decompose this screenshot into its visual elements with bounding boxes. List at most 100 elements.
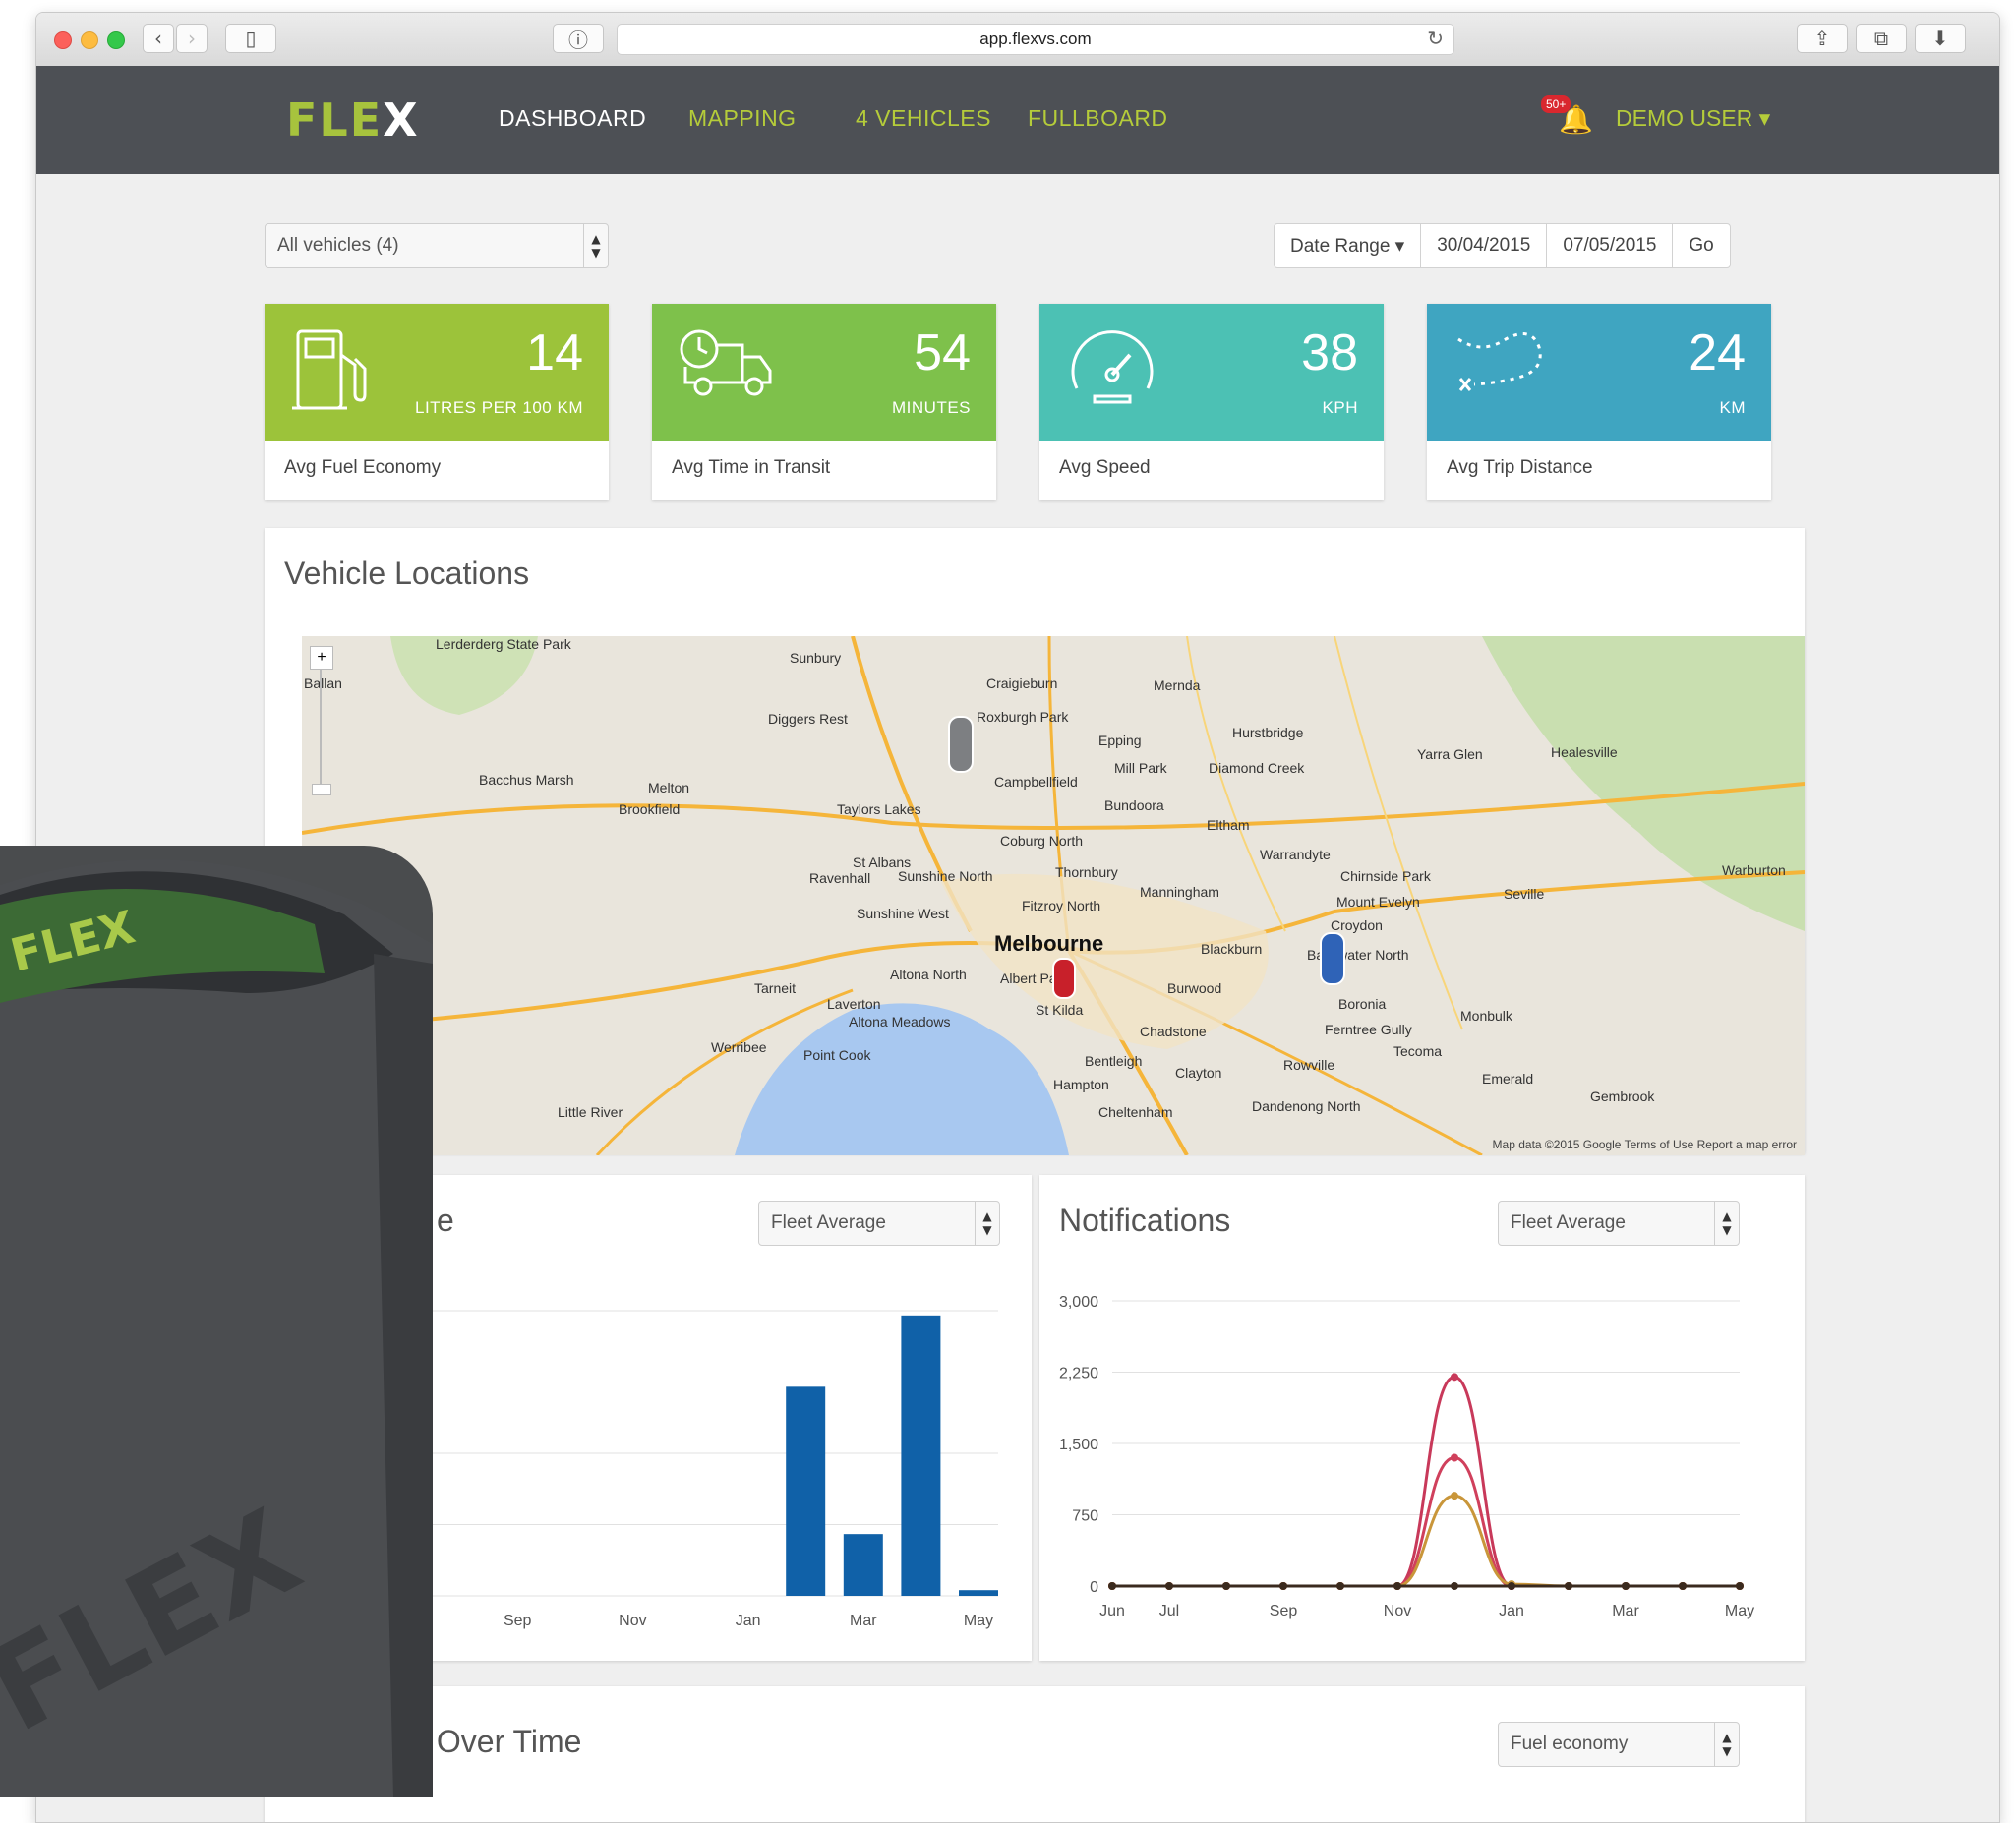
map-label: Diggers Rest <box>768 711 848 727</box>
date-from-input[interactable]: 30/04/2015 <box>1420 224 1546 267</box>
vehicle-select[interactable]: All vehicles (4) ▲ ▼ <box>265 223 609 268</box>
forward-button[interactable]: › <box>176 24 208 53</box>
series-point <box>1451 1582 1458 1590</box>
map-label: Chadstone <box>1140 1024 1207 1039</box>
stat-label: Avg Speed <box>1059 457 1151 478</box>
map-label: Brookfield <box>619 801 681 817</box>
map-label: Laverton <box>827 996 881 1012</box>
map-label: Point Cook <box>803 1047 871 1063</box>
select-arrows-icon: ▲ ▼ <box>583 224 608 267</box>
map-label: Mill Park <box>1114 760 1167 776</box>
map-label: Altona Meadows <box>849 1014 951 1029</box>
map-label: Melton <box>648 780 690 795</box>
app-navbar: FLEX DASHBOARD MAPPING 4 VEHICLES FULLBO… <box>36 66 1999 174</box>
downloads-button[interactable]: ⬇ <box>1915 24 1966 53</box>
map-label: Little River <box>558 1104 623 1120</box>
map-label: Monbulk <box>1460 1008 1512 1024</box>
map-label: Boronia <box>1338 996 1387 1012</box>
map-label: Yarra Glen <box>1417 746 1483 762</box>
map-label: Sunbury <box>790 650 842 666</box>
vehicle-marker-red-icon[interactable] <box>1051 957 1077 1000</box>
stat-value: 14 <box>526 324 583 382</box>
nav-vehicles[interactable]: 4 VEHICLES <box>856 105 991 132</box>
x-tick-label: Jan <box>736 1613 761 1629</box>
series-point <box>1222 1582 1230 1590</box>
map-label: Thornbury <box>1055 864 1118 880</box>
series-point <box>1451 1453 1458 1462</box>
stat-card-distance: 24 KM Avg Trip Distance <box>1427 304 1771 500</box>
trip-route-icon <box>1457 332 1542 391</box>
stat-value: 54 <box>914 324 971 382</box>
go-button[interactable]: Go <box>1672 224 1729 267</box>
y-tick-label: 750 <box>1072 1508 1098 1525</box>
series-point <box>1336 1582 1344 1590</box>
user-menu[interactable]: DEMO USER ▾ <box>1616 105 1770 132</box>
nav-mapping[interactable]: MAPPING <box>688 105 797 132</box>
map-label: Seville <box>1504 886 1545 902</box>
map-label: Coburg North <box>1000 833 1084 849</box>
back-button[interactable]: ‹ <box>143 24 174 53</box>
nav-dashboard[interactable]: DASHBOARD <box>499 105 646 132</box>
zoom-slider-track[interactable] <box>320 670 322 788</box>
reader-button[interactable]: ⓘ <box>553 24 604 53</box>
vehicle-map[interactable]: Lerderderg State Park Sunbury Craigiebur… <box>302 636 1805 1155</box>
sidebar-icon: ▯ <box>245 27 257 50</box>
map-label: Fitzroy North <box>1022 898 1101 913</box>
date-range-dropdown[interactable]: Date Range ▾ <box>1275 224 1420 267</box>
tabs-button[interactable]: ⧉ <box>1856 24 1907 53</box>
map-label: Clayton <box>1175 1065 1222 1081</box>
map-label: Burwood <box>1167 980 1222 996</box>
zoom-window-button[interactable] <box>107 31 125 49</box>
series-point <box>1508 1582 1515 1590</box>
stat-label: Avg Fuel Economy <box>284 457 442 478</box>
date-to-input[interactable]: 07/05/2015 <box>1546 224 1672 267</box>
stat-unit: KPH <box>1322 398 1358 417</box>
series-line <box>1112 1494 1740 1588</box>
map-attribution: Map data ©2015 Google Terms of Use Repor… <box>1492 1138 1797 1151</box>
chevron-right-icon: › <box>188 27 196 50</box>
x-tick-label: Jul <box>1159 1603 1179 1619</box>
nav-fullboard[interactable]: FULLBOARD <box>1028 105 1168 132</box>
vehicle-marker-grey-icon[interactable] <box>947 715 975 776</box>
series-point <box>1679 1582 1687 1590</box>
flex-logo[interactable]: FLEX <box>286 93 420 147</box>
map-label: Campbellfield <box>994 774 1078 790</box>
sidebar-toggle-button[interactable]: ▯ <box>225 24 276 53</box>
map-label: Tecoma <box>1393 1043 1443 1059</box>
vehicle-marker-blue-icon[interactable] <box>1319 931 1346 986</box>
map-label: Ferntree Gully <box>1325 1022 1412 1037</box>
map-label: Healesville <box>1551 744 1618 760</box>
share-button[interactable]: ⇪ <box>1797 24 1848 53</box>
zoom-in-button[interactable]: + <box>310 646 333 670</box>
speedometer-icon <box>1071 330 1154 404</box>
series-point <box>1451 1373 1458 1382</box>
series-point <box>1622 1582 1630 1590</box>
panel-title: s Over Time <box>412 1724 582 1759</box>
bar <box>901 1315 941 1596</box>
zoom-slider-handle[interactable] <box>312 784 331 795</box>
y-tick-label: 3,000 <box>1059 1294 1098 1311</box>
map-label: Emerald <box>1482 1071 1534 1087</box>
bottom-select[interactable]: Fuel economy ▲ ▼ <box>1498 1722 1740 1767</box>
map-label: Mount Evelyn <box>1336 894 1420 910</box>
x-tick-label: May <box>1725 1603 1754 1619</box>
date-range-control: Date Range ▾ 30/04/2015 07/05/2015 Go <box>1274 223 1731 268</box>
series-point <box>1165 1582 1173 1590</box>
map-label: Chirnside Park <box>1340 868 1431 884</box>
minimize-window-button[interactable] <box>81 31 98 49</box>
map-label: Taylors Lakes <box>837 801 921 817</box>
map-label: Ravenhall <box>809 870 871 886</box>
x-tick-label: Jan <box>1499 1603 1524 1619</box>
stat-card-header: 38 KPH <box>1039 304 1384 441</box>
stat-unit: MINUTES <box>892 398 971 417</box>
close-window-button[interactable] <box>54 31 72 49</box>
vehicle-select-value: All vehicles (4) <box>277 235 399 256</box>
reload-icon[interactable]: ↻ <box>1427 27 1444 50</box>
map-label: Blackburn <box>1201 941 1263 957</box>
map-label: Warburton <box>1722 862 1786 878</box>
fuel-pump-icon <box>292 329 367 410</box>
address-bar[interactable]: app.flexvs.com ↻ <box>617 24 1454 55</box>
map-label: Craigieburn <box>986 676 1058 691</box>
map-label: Mernda <box>1154 677 1201 693</box>
map-label: Hurstbridge <box>1232 725 1304 740</box>
